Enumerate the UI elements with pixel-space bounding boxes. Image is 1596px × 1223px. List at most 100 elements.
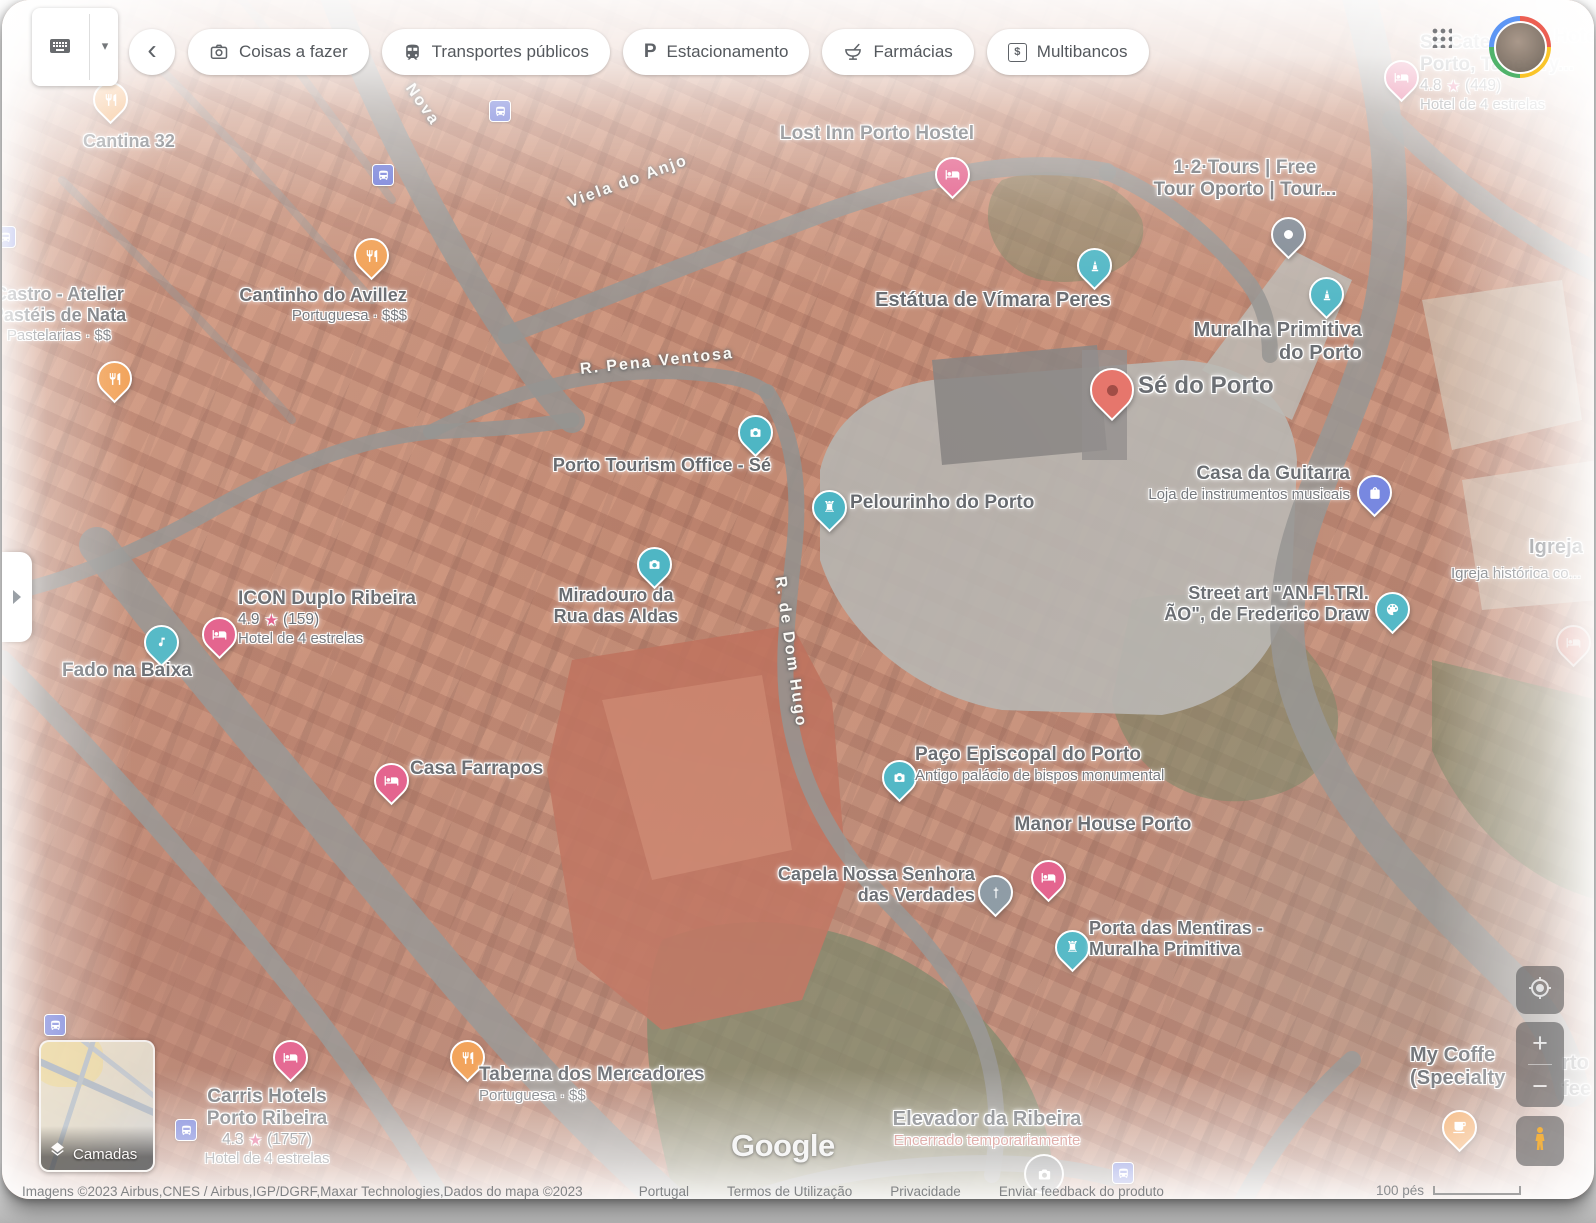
layers-icon (49, 1141, 66, 1163)
camera-icon (884, 762, 915, 793)
bed-icon (1558, 627, 1589, 658)
category-label: Farmácias (873, 42, 952, 62)
poi-name: Paço Episcopal do Porto (915, 744, 1164, 766)
pegman-button[interactable] (1516, 1116, 1564, 1166)
poi-name: ÃO", de Frederico Draw (1164, 604, 1369, 625)
poi-name: (Specialty (1410, 1067, 1505, 1090)
input-tools-widget[interactable]: ▾ (32, 8, 118, 86)
cross-icon (980, 877, 1011, 908)
hotel-label-fragment-label[interactable]: Hote (1554, 26, 1594, 48)
taberna-dos-mercadores-label[interactable]: Taberna dos MercadoresPortuguesa · $$ (479, 1064, 705, 1104)
fado-na-baixa-label[interactable]: Fado na Baixa (62, 660, 192, 682)
12-tours-label[interactable]: 1·2·Tours | FreeTour Oporto | Tour... (1154, 157, 1337, 201)
bed-icon (376, 765, 407, 796)
miradouro-rua-das-aldas-label[interactable]: Miradouro daRua das Aldas (554, 585, 679, 627)
side-panel-toggle[interactable] (2, 552, 32, 642)
map-frame: NovaViela do AnjoR. P­ena VentosaR. de D… (2, 0, 1594, 1199)
casa-da-guitarra-label[interactable]: Casa da GuitarraLoja de instrumentos mus… (1148, 463, 1350, 503)
apps-grid-icon[interactable] (1430, 26, 1452, 48)
monument-icon (1079, 250, 1110, 281)
category-pill-estacionamento[interactable]: PEstacionamento (623, 29, 810, 75)
category-pill-coisas-a-fazer[interactable]: Coisas a fazer (188, 29, 369, 75)
poi-name: Igreja (1529, 536, 1583, 559)
label-fragment-rto-label[interactable]: rto (1562, 1052, 1589, 1075)
account-avatar[interactable] (1489, 16, 1551, 78)
poi-name: Rua das Aldas (554, 606, 679, 627)
carris-hotels-label[interactable]: Carris HotelsPorto Ribeira4.3★(1757)Hote… (204, 1086, 329, 1167)
pelourinho-do-porto-label[interactable]: Pelourinho do Porto (850, 492, 1035, 514)
castro-atelier-label[interactable]: Castro - AtelierPastéis de NataPastelari… (2, 284, 126, 344)
attribution-link-2[interactable]: Privacidade (890, 1184, 961, 1199)
poi-name: Carris Hotels (204, 1086, 329, 1108)
category-label: Estacionamento (667, 42, 789, 62)
poi-name: ICON Duplo Ribeira (238, 588, 416, 610)
category-pill-transportes-publicos[interactable]: Transportes públicos (382, 29, 610, 75)
se-do-porto-label[interactable]: Sé do Porto (1138, 372, 1274, 400)
rating-line: 4.3★(1757) (204, 1131, 329, 1149)
back-button[interactable]: ‹ (129, 29, 175, 75)
elevador-da-ribeira-label[interactable]: Elevador da RibeiraEncerrado temporariam… (893, 1108, 1082, 1150)
map-canvas[interactable]: NovaViela do AnjoR. P­ena VentosaR. de D… (2, 0, 1594, 1199)
camera-outline-icon (209, 42, 229, 62)
transit-stop-icon[interactable] (489, 100, 511, 122)
my-coffee-label[interactable]: My Coffe(Specialty (1410, 1044, 1505, 1090)
cantina-32-label[interactable]: Cantina 32 (83, 131, 175, 152)
poi-name: Casa da Guitarra (1148, 463, 1350, 485)
estatua-vimara-peres-label[interactable]: Estátua de Vímara Peres (875, 289, 1111, 312)
transit-stop-icon[interactable] (44, 1014, 66, 1036)
igreja-label[interactable]: Igreja (1529, 536, 1583, 559)
poi-name: Pastéis de Nata (2, 305, 126, 326)
transit-stop-icon[interactable] (175, 1119, 197, 1141)
attribution-link-1[interactable]: Termos de Utilização (727, 1184, 852, 1199)
poi-name: Cantina 32 (83, 131, 175, 152)
category-pill-multibancos[interactable]: $Multibancos (987, 29, 1149, 75)
manor-house-porto-label[interactable]: Manor House Porto (1015, 814, 1192, 836)
bed-icon (1033, 862, 1064, 893)
transit-stop-icon[interactable] (372, 164, 394, 186)
rating-value: 4.3 (222, 1131, 244, 1149)
poi-name: Fado na Baixa (62, 660, 192, 682)
casa-farrapos-label[interactable]: Casa Farrapos (410, 758, 543, 780)
train-icon (403, 43, 422, 62)
poi-name: Elevador da Ribeira (893, 1108, 1082, 1131)
transit-stop-icon[interactable] (2, 226, 16, 248)
poi-sec: Igreja histórica co... (1451, 565, 1581, 582)
chevron-down-icon[interactable]: ▾ (95, 38, 115, 54)
poi-name: Cantinho do Avillez (239, 285, 407, 306)
icon-duplo-ribeira-label[interactable]: ICON Duplo Ribeira4.9★(159)Hotel de 4 es… (238, 588, 416, 647)
porta-das-mentiras-label[interactable]: Porta das Mentiras -Muralha Primitiva (1089, 918, 1263, 960)
my-location-button[interactable] (1516, 966, 1564, 1014)
rating-value: 4.9 (238, 611, 260, 629)
igreja-sec-label[interactable]: Igreja histórica co... (1451, 564, 1581, 582)
layers-button[interactable]: Camadas (39, 1040, 155, 1172)
restaurant-icon (95, 84, 126, 115)
cantinho-do-avillez-label[interactable]: Cantinho do AvillezPortuguesa · $$$ (239, 285, 407, 324)
muralha-primitiva-label[interactable]: Muralha Primitivado Porto (1194, 319, 1362, 365)
poi-name: Pelourinho do Porto (850, 492, 1035, 514)
capela-das-verdades-label[interactable]: Capela Nossa Senhoradas Verdades (778, 864, 975, 906)
category-pill-farmacias[interactable]: Farmácias (822, 29, 973, 75)
chevron-right-icon (13, 590, 21, 604)
poi-sec: Pastelarias · $$ (2, 327, 126, 344)
paco-episcopal-label[interactable]: Paço Episcopal do PortoAntigo palácio de… (915, 744, 1164, 784)
poi-sec: Hotel de 4 estrelas (204, 1150, 329, 1167)
restaurant-icon (356, 240, 387, 271)
transit-stop-icon[interactable] (1112, 1162, 1134, 1184)
poi-name: fee (1562, 1078, 1591, 1101)
poi-name: Muralha Primitiva (1194, 319, 1362, 342)
rook-icon: ♜ (1057, 932, 1088, 963)
zoom-out-button[interactable]: − (1516, 1065, 1564, 1107)
attribution-link-0[interactable]: Portugal (639, 1184, 689, 1199)
dot-icon (1273, 219, 1304, 250)
porto-tourism-office-label[interactable]: Porto Tourism Office - Sé (553, 455, 771, 476)
poi-name: do Porto (1194, 342, 1362, 365)
camera-icon (639, 549, 670, 580)
camera-icon (740, 417, 771, 448)
attribution-link-3[interactable]: Enviar feedback do produto (999, 1184, 1164, 1199)
zoom-control: + − (1516, 1022, 1564, 1107)
lost-inn-hostel-label[interactable]: Lost Inn Porto Hostel (780, 123, 974, 145)
label-fragment-fee-label[interactable]: fee (1562, 1078, 1591, 1101)
zoom-in-button[interactable]: + (1516, 1022, 1564, 1064)
screenshot-stage: NovaViela do AnjoR. P­ena VentosaR. de D… (0, 0, 1596, 1223)
street-art-anfitriao-label[interactable]: Street art "AN.FI.TRI.ÃO", de Frederico … (1164, 583, 1369, 625)
